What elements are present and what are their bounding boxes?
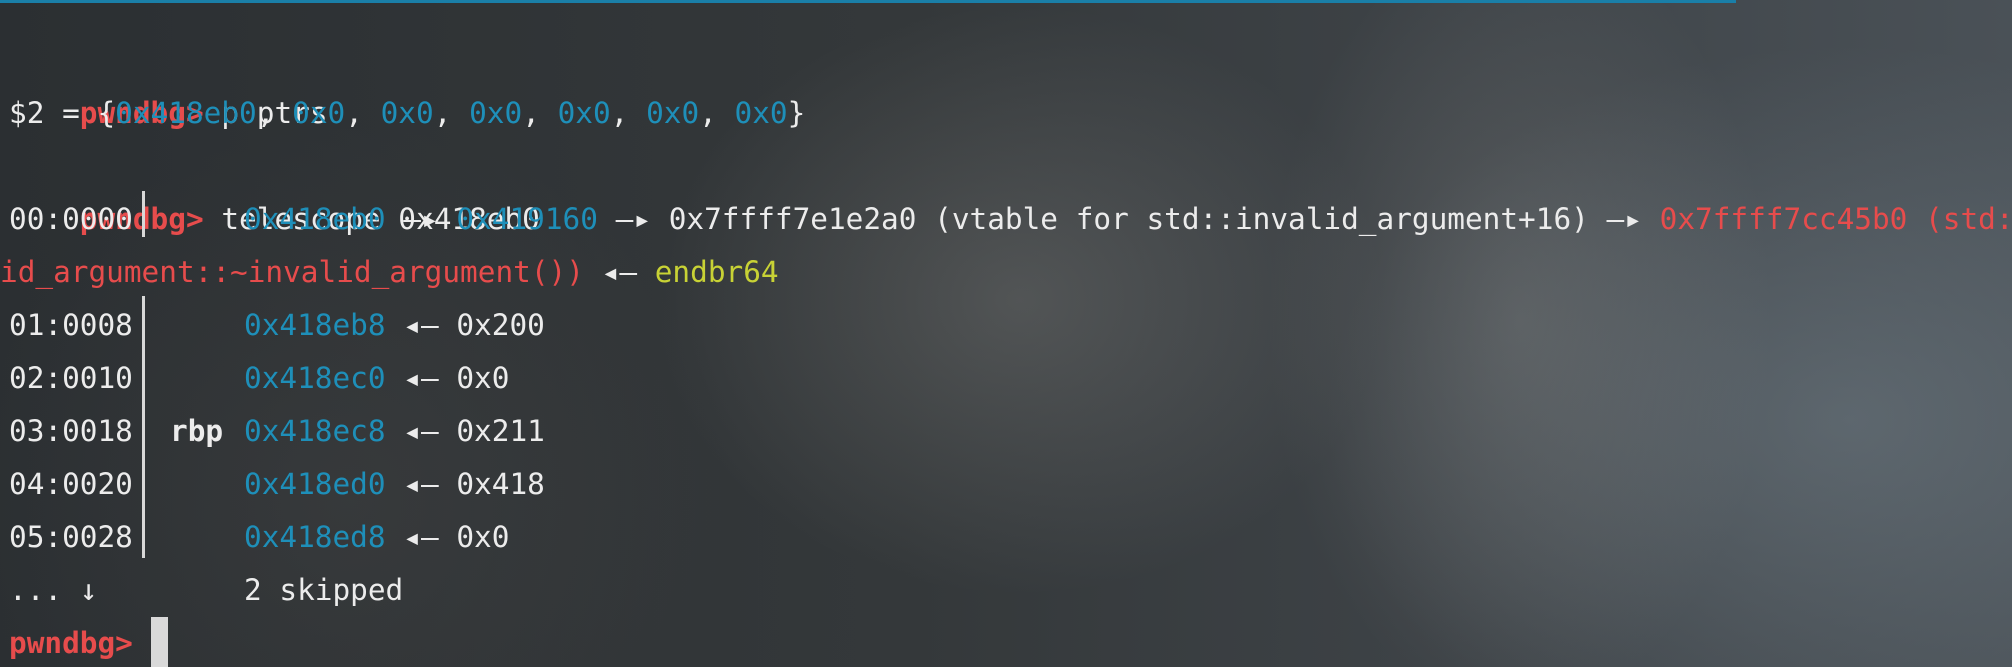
command-line-active[interactable]: pwndbg>: [9, 616, 168, 667]
code-pointer-value: 0x7ffff7cc45b0 (std::inval: [1659, 202, 2012, 236]
telescope-row: 01:0008 0x418eb8 ◂— 0x200: [9, 299, 545, 352]
text-cursor[interactable]: [150, 616, 168, 667]
telescope-row: 04:0020 0x418ed0 ◂— 0x418: [9, 458, 545, 511]
skipped-line: ... ↓ 2 skipped: [9, 564, 403, 617]
instruction-text: endbr64: [654, 255, 779, 289]
arrow-right-icon: —▸: [403, 202, 439, 236]
stack-offset: 03:0018: [9, 414, 133, 448]
telescope-row: 05:0028 0x418ed8 ◂— 0x0: [9, 511, 509, 564]
pointer-value: 0x7ffff7e1e2a0 (vtable for std::invalid_…: [668, 202, 1589, 236]
stack-value: 0x0: [456, 520, 510, 554]
array-value: 0x0: [557, 96, 611, 130]
arrow-right-icon: —▸: [1606, 202, 1642, 236]
telescope-row: 02:0010 0x418ec0 ◂— 0x0: [9, 352, 509, 405]
skip-indicator: ... ↓: [9, 573, 98, 607]
command-line-2: pwndbg> telescope 0x418eb0: [9, 140, 540, 236]
stack-address: 0x418eb0: [244, 202, 386, 236]
stack-address: 0x418eb8: [244, 308, 386, 342]
result-suffix: }: [787, 96, 806, 130]
pointer-value: 0x419160: [456, 202, 598, 236]
stack-offset: 02:0010: [9, 361, 133, 395]
array-value: 0x418eb0: [115, 96, 257, 130]
stack-address: 0x418ec8: [244, 414, 386, 448]
arrow-right-icon: —▸: [615, 202, 652, 236]
array-value: 0x0: [380, 96, 434, 130]
terminal-top-accent-bar: [0, 0, 1736, 3]
array-value: 0x0: [734, 96, 788, 130]
telescope-row-continuation: id_argument::~invalid_argument()) ◂— end…: [0, 246, 779, 299]
stack-value: 0x211: [456, 414, 545, 448]
stack-value: 0x200: [456, 308, 545, 342]
telescope-row: 00:0000 0x418eb0 —▸ 0x419160 —▸ 0x7ffff7e…: [9, 193, 2012, 246]
array-value: 0x0: [646, 96, 700, 130]
terminal-window[interactable]: pwndbg> p ptrs $2 = {0x418eb0, 0x0, 0x0,…: [0, 0, 2012, 667]
arrow-left-icon: ◂—: [403, 520, 439, 554]
arrow-left-icon: ◂—: [403, 414, 439, 448]
print-result-line: $2 = {0x418eb0, 0x0, 0x0, 0x0, 0x0, 0x0,…: [9, 96, 806, 130]
stack-address: 0x418ed0: [244, 467, 386, 501]
prompt: pwndbg>: [9, 626, 133, 660]
stack-value: 0x418: [456, 467, 545, 501]
arrow-left-icon: ◂—: [403, 361, 439, 395]
arrow-left-icon: ◂—: [403, 308, 439, 342]
command-line-1: pwndbg> p ptrs: [9, 34, 328, 130]
register-label: rbp: [170, 414, 224, 448]
arrow-left-icon: ◂—: [601, 255, 638, 289]
stack-address: 0x418ec0: [244, 361, 386, 395]
code-pointer-value: id_argument::~invalid_argument()): [0, 255, 584, 289]
telescope-row: 03:0018 rbp 0x418ec8 ◂— 0x211: [9, 405, 545, 458]
stack-offset: 05:0028: [9, 520, 133, 554]
array-value: 0x0: [292, 96, 346, 130]
stack-offset: 04:0020: [9, 467, 133, 501]
stack-offset: 00:0000: [9, 202, 133, 236]
array-value: 0x0: [469, 96, 523, 130]
result-prefix: $2 = {: [9, 96, 116, 130]
stack-address: 0x418ed8: [244, 520, 386, 554]
stack-offset: 01:0008: [9, 308, 133, 342]
skip-text: 2 skipped: [244, 573, 404, 607]
arrow-left-icon: ◂—: [403, 467, 439, 501]
stack-value: 0x0: [456, 361, 510, 395]
